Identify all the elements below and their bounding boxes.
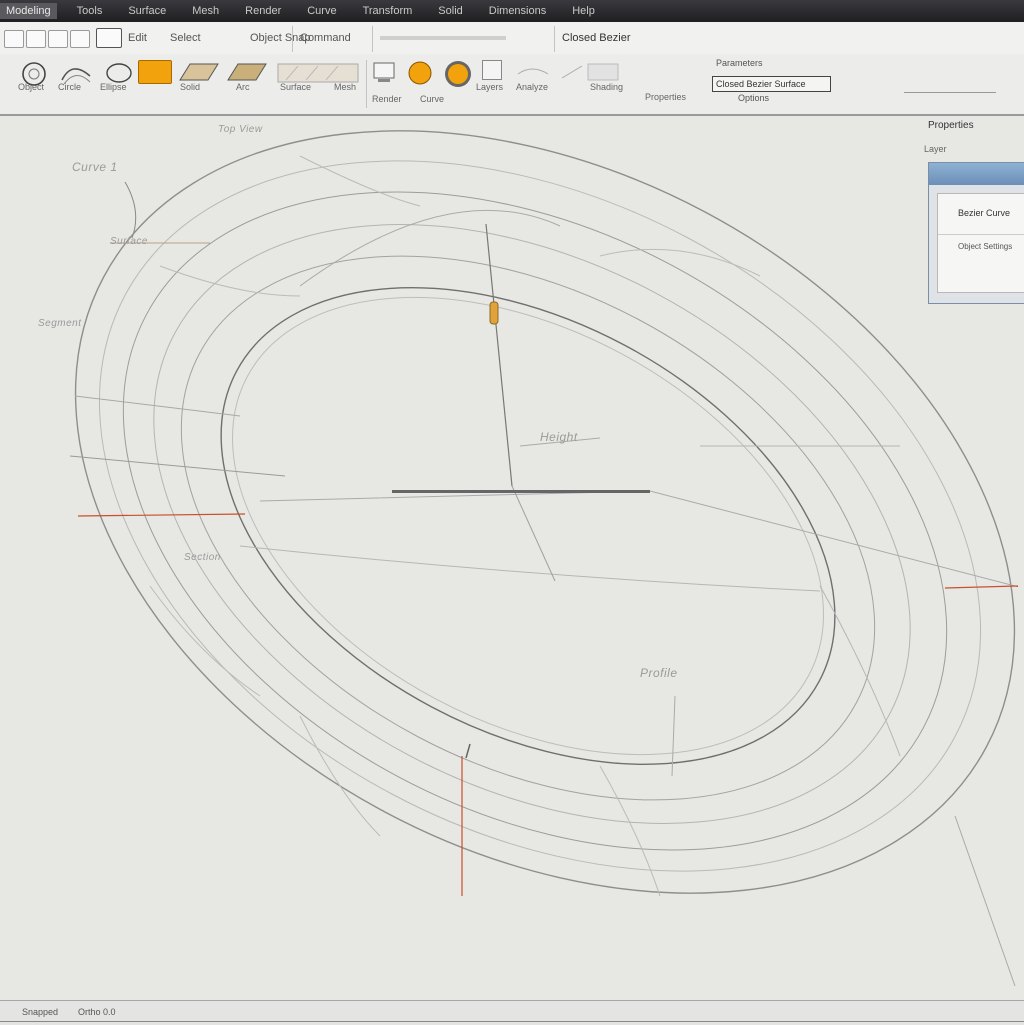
- options-label: Parameters: [716, 58, 763, 68]
- wire-curve: [98, 160, 982, 872]
- axis-line: [485, 223, 513, 487]
- section-line: [149, 585, 261, 697]
- wire-curve: [232, 296, 824, 756]
- menu-render[interactable]: Render: [245, 5, 281, 17]
- label-circle: Circle: [58, 82, 82, 92]
- wireframe-model[interactable]: [0, 116, 1024, 1000]
- canvas-label-surface: Surface: [110, 236, 148, 247]
- status-bar: Snapped Ortho 0.0: [0, 1000, 1024, 1025]
- label-surface: Surface: [280, 82, 312, 92]
- panel-subtitle: Layer: [924, 144, 947, 154]
- standard-toolbar: Edit Select Object Snap Command Closed B…: [0, 22, 1024, 55]
- construction-line: [954, 815, 1016, 987]
- construction-line: [239, 545, 821, 592]
- construction-line: [671, 695, 676, 777]
- label-properties: Properties: [645, 92, 687, 102]
- label-mesh: Mesh: [334, 82, 357, 92]
- section-line: [299, 715, 381, 837]
- control-handle: [489, 301, 499, 325]
- properties-panel[interactable]: Bezier Curve Object Settings: [928, 162, 1024, 304]
- section-line: [599, 765, 661, 897]
- panel-divider: [938, 234, 1024, 235]
- select-label[interactable]: Select: [170, 32, 201, 44]
- inner-edge-curve: [220, 287, 836, 765]
- canvas-label-curve: Curve 1: [72, 160, 118, 174]
- orange-sphere-icon[interactable]: [406, 60, 434, 86]
- extrude-icon[interactable]: [138, 60, 172, 84]
- status-divider: [0, 1021, 1024, 1022]
- label-analyze: Analyze: [516, 82, 549, 92]
- panel-input[interactable]: Bezier Curve: [958, 208, 1010, 218]
- wire-curve: [180, 255, 876, 801]
- label-object: Object: [18, 82, 45, 92]
- section-line: [299, 155, 421, 207]
- monitor-icon[interactable]: [372, 60, 396, 86]
- toolbar-divider: [554, 26, 555, 52]
- guide-line-red: [77, 513, 246, 517]
- menu-bar: Modeling Tools Surface Mesh Render Curve…: [0, 0, 1024, 22]
- save-icon[interactable]: [48, 30, 68, 48]
- pivot-marker: [465, 743, 471, 759]
- toolbar-divider: [372, 26, 373, 52]
- print-icon[interactable]: [70, 30, 90, 48]
- command-value[interactable]: Closed Bezier: [562, 32, 630, 44]
- label-arc: Arc: [236, 82, 250, 92]
- panel-body: Bezier Curve Object Settings: [937, 193, 1024, 293]
- construction-line: [259, 490, 1016, 587]
- label-curve: Curve: [420, 94, 445, 104]
- outer-edge-curve: [74, 130, 1016, 894]
- panel-header[interactable]: [929, 163, 1024, 185]
- construction-line: [511, 485, 556, 582]
- canvas-label-height: Height: [540, 430, 578, 444]
- panel-title: Properties: [928, 120, 974, 131]
- menu-modeling[interactable]: Modeling: [0, 3, 57, 19]
- menu-curve[interactable]: Curve: [307, 5, 336, 17]
- ribbon-toolbar: Object Circle Ellipse Solid Arc Surface …: [0, 54, 1024, 116]
- canvas-label-profile: Profile: [640, 666, 678, 680]
- new-file-icon[interactable]: [4, 30, 24, 48]
- options-dropdown[interactable]: Closed Bezier Surface: [712, 76, 831, 92]
- construction-line: [299, 209, 561, 287]
- menu-solid[interactable]: Solid: [438, 5, 462, 17]
- guide-line-red: [944, 585, 1019, 589]
- render-sphere-icon[interactable]: [442, 60, 474, 88]
- ribbon-divider: [904, 92, 996, 93]
- layer-icon[interactable]: [482, 60, 502, 80]
- section-line: [819, 585, 901, 757]
- menu-help[interactable]: Help: [572, 5, 595, 17]
- menu-tools[interactable]: Tools: [77, 5, 103, 17]
- menu-dimensions[interactable]: Dimensions: [489, 5, 546, 17]
- viewport-canvas[interactable]: Top View Curve 1 Surface Segment Height …: [0, 116, 1024, 1000]
- dimension-bar: [392, 490, 650, 493]
- status-coords: Ortho 0.0: [78, 1007, 116, 1017]
- edit-label[interactable]: Edit: [128, 32, 147, 44]
- open-icon[interactable]: [26, 30, 46, 48]
- label-layers: Layers: [476, 82, 504, 92]
- label-render: Render: [372, 94, 402, 104]
- menu-transform[interactable]: Transform: [363, 5, 413, 17]
- status-left: Snapped: [22, 1007, 59, 1017]
- menu-mesh[interactable]: Mesh: [192, 5, 219, 17]
- panel-line2: Object Settings: [958, 242, 1013, 251]
- canvas-label-top-view: Top View: [218, 124, 263, 135]
- menu-surface[interactable]: Surface: [128, 5, 166, 17]
- section-line: [69, 455, 286, 477]
- label-solid: Solid: [180, 82, 201, 92]
- canvas-label-section: Section: [184, 552, 221, 563]
- label-shading: Shading: [590, 82, 624, 92]
- label-ellipse: Ellipse: [100, 82, 127, 92]
- command-label: Command: [300, 32, 351, 44]
- wire-curve: [122, 191, 948, 851]
- options-sub-value[interactable]: Options: [738, 93, 769, 103]
- window-icon[interactable]: [96, 28, 122, 48]
- toolbar-divider: [366, 60, 367, 108]
- command-slider[interactable]: [380, 36, 506, 40]
- section-line: [599, 248, 761, 277]
- canvas-label-segment: Segment: [38, 318, 82, 329]
- leader-curve: [124, 181, 137, 239]
- toolbar-divider: [292, 26, 293, 52]
